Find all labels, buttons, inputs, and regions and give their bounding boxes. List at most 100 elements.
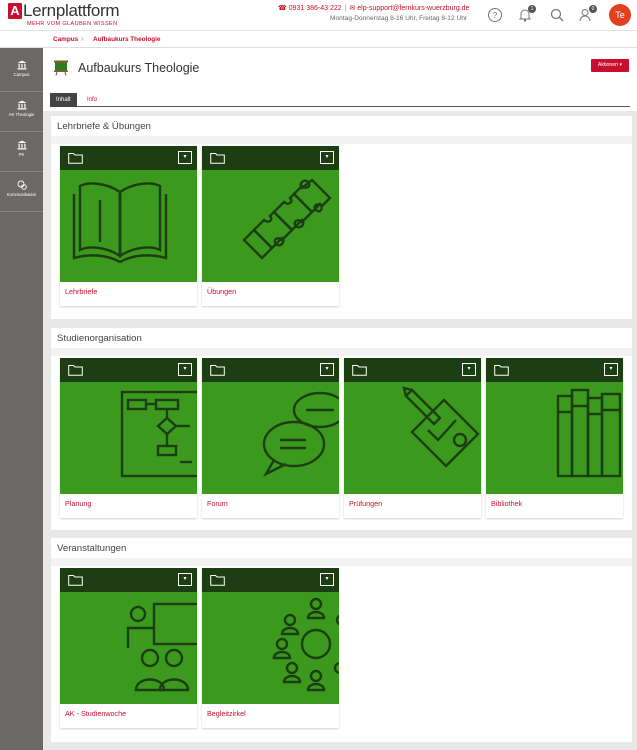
- tile-label[interactable]: Forum: [207, 499, 228, 508]
- breadcrumb-campus[interactable]: Campus: [53, 36, 78, 43]
- chalkboard-icon: [54, 60, 68, 76]
- sidebar-item-ak-theologie[interactable]: AK Theologie: [0, 92, 43, 132]
- folder-icon: [210, 365, 225, 376]
- tile-header: ▾: [202, 146, 339, 170]
- tile-ak-studienwoche[interactable]: ▾ AK - Studienwoche: [60, 568, 197, 728]
- exam-pencil-icon: [344, 382, 481, 494]
- contacts-icon[interactable]: 0: [578, 5, 597, 23]
- page-header: Aufbaukurs Theologie Aktionen ▾ Inhalt I…: [43, 48, 637, 111]
- tile-header: ▾: [202, 568, 339, 592]
- sidebar-item-label: Kommunikation: [6, 192, 37, 197]
- institution-icon: [17, 100, 26, 110]
- tile-header: ▾: [202, 358, 339, 382]
- logo-mark: A: [8, 3, 22, 19]
- tile-label[interactable]: Lehrbriefe: [65, 287, 97, 296]
- folder-icon: [68, 153, 83, 164]
- tile-header: ▾: [60, 146, 197, 170]
- user-avatar[interactable]: Te: [609, 4, 631, 26]
- section-title: Veranstaltungen: [57, 543, 127, 554]
- chat-icon: [17, 180, 27, 190]
- sidebar-item-label: Campus: [13, 72, 30, 77]
- tab-bar: Inhalt Info: [50, 93, 630, 107]
- contact-line: ☎ 0931 386-43 222 | ✉ elp-support@fernkurs…: [278, 4, 469, 12]
- folder-icon: [352, 365, 367, 376]
- actions-button[interactable]: Aktionen ▾: [591, 59, 629, 72]
- tile-menu-button[interactable]: ▾: [320, 363, 334, 376]
- section-veranstaltungen: Veranstaltungen ▾ AK - Studienwoche ▾ Be…: [51, 538, 632, 742]
- tile-header: ▾: [486, 358, 623, 382]
- tab-inhalt[interactable]: Inhalt: [50, 93, 77, 107]
- puzzle-icon: [202, 170, 339, 282]
- tile-pruefungen[interactable]: ▾ Prüfungen: [344, 358, 481, 518]
- notifications-bell-icon[interactable]: 1: [517, 5, 536, 23]
- tile-header: ▾: [60, 568, 197, 592]
- breadcrumb-course[interactable]: Aufbaukurs Theologie: [93, 36, 160, 43]
- section-body: ▾ Lehrbriefe ▾ Übungen: [51, 136, 632, 319]
- sidebar-item-label: AK Theologie: [8, 112, 35, 117]
- folder-icon: [68, 575, 83, 586]
- tile-label[interactable]: Bibliothek: [491, 499, 522, 508]
- section-title: Lehrbriefe & Übungen: [57, 121, 151, 132]
- page-title: Aufbaukurs Theologie: [78, 61, 200, 75]
- tile-label[interactable]: Übungen: [207, 287, 236, 296]
- institution-icon: [17, 60, 26, 70]
- tab-info[interactable]: Info: [81, 93, 103, 107]
- tile-menu-button[interactable]: ▾: [462, 363, 476, 376]
- tile-menu-button[interactable]: ▾: [604, 363, 618, 376]
- tile-label[interactable]: Prüfungen: [349, 499, 382, 508]
- mail-icon: ✉: [349, 5, 356, 12]
- tile-label[interactable]: Begleitzirkel: [207, 709, 246, 718]
- sidebar-item-pk[interactable]: PK: [0, 132, 43, 172]
- logo-wordmark: Lernplattform: [23, 1, 120, 20]
- caret-down-icon: ▾: [619, 62, 623, 68]
- section-body: ▾ AK - Studienwoche ▾ Begleitzirkel: [51, 558, 632, 742]
- section-lehrbriefe: Lehrbriefe & Übungen ▾ Lehrbriefe ▾ Übun…: [51, 116, 632, 319]
- presentation-icon: [60, 592, 197, 704]
- contacts-badge: 0: [589, 5, 597, 13]
- sidebar-item-campus[interactable]: Campus: [0, 52, 43, 92]
- notifications-badge: 1: [528, 5, 536, 13]
- phone-icon: ☎: [278, 5, 287, 12]
- tile-forum[interactable]: ▾ Forum: [202, 358, 339, 518]
- tile-lehrbriefe[interactable]: ▾ Lehrbriefe: [60, 146, 197, 306]
- contact-separator: |: [344, 5, 347, 12]
- section-title: Studienorganisation: [57, 333, 142, 344]
- tile-menu-button[interactable]: ▾: [320, 573, 334, 586]
- folder-icon: [210, 153, 225, 164]
- sidebar: Campus AK Theologie PK Kommunikation: [0, 48, 43, 750]
- institution-icon: [17, 140, 26, 150]
- tile-begleitzirkel[interactable]: ▾ Begleitzirkel: [202, 568, 339, 728]
- support-email[interactable]: elp-support@fernkurs-wuerzburg.de: [357, 5, 469, 12]
- tile-header: ▾: [60, 358, 197, 382]
- actions-label: Aktionen: [597, 62, 619, 68]
- phone-number[interactable]: 0931 386-43 222: [289, 5, 342, 12]
- tile-menu-button[interactable]: ▾: [178, 573, 192, 586]
- tile-label[interactable]: Planung: [65, 499, 91, 508]
- logo[interactable]: A Lernplattform MEHR VOM GLAUBEN WISSEN: [8, 1, 158, 29]
- tile-planung[interactable]: ▾ Planung: [60, 358, 197, 518]
- tile-bibliothek[interactable]: ▾ Bibliothek: [486, 358, 623, 518]
- tile-label[interactable]: AK - Studienwoche: [65, 709, 126, 718]
- tile-uebungen[interactable]: ▾ Übungen: [202, 146, 339, 306]
- tile-menu-button[interactable]: ▾: [178, 151, 192, 164]
- sidebar-item-kommunikation[interactable]: Kommunikation: [0, 172, 43, 212]
- tile-menu-button[interactable]: ▾: [178, 363, 192, 376]
- flowchart-icon: [60, 382, 197, 494]
- logo-tagline: MEHR VOM GLAUBEN WISSEN: [27, 21, 118, 27]
- sidebar-item-label: PK: [18, 152, 25, 157]
- book-icon: [60, 170, 197, 282]
- folder-icon: [68, 365, 83, 376]
- svg-text:?: ?: [493, 11, 498, 20]
- top-header: A Lernplattform MEHR VOM GLAUBEN WISSEN …: [0, 0, 637, 31]
- circle-group-icon: [202, 592, 339, 704]
- section-body: ▾ Planung ▾ Forum ▾ Prüfungen ▾ Biblioth…: [51, 348, 632, 530]
- tile-header: ▾: [344, 358, 481, 382]
- section-studienorganisation: Studienorganisation ▾ Planung ▾ Forum ▾ …: [51, 328, 632, 530]
- help-icon[interactable]: ?: [487, 7, 503, 23]
- breadcrumb: Campus › Aufbaukurs Theologie: [0, 31, 637, 48]
- search-icon[interactable]: [549, 7, 565, 23]
- folder-icon: [494, 365, 509, 376]
- office-hours: Montag-Donnerstag 8-16 Uhr, Freitag 8-12…: [330, 15, 468, 22]
- tile-menu-button[interactable]: ▾: [320, 151, 334, 164]
- breadcrumb-chevron-icon: ›: [81, 34, 84, 43]
